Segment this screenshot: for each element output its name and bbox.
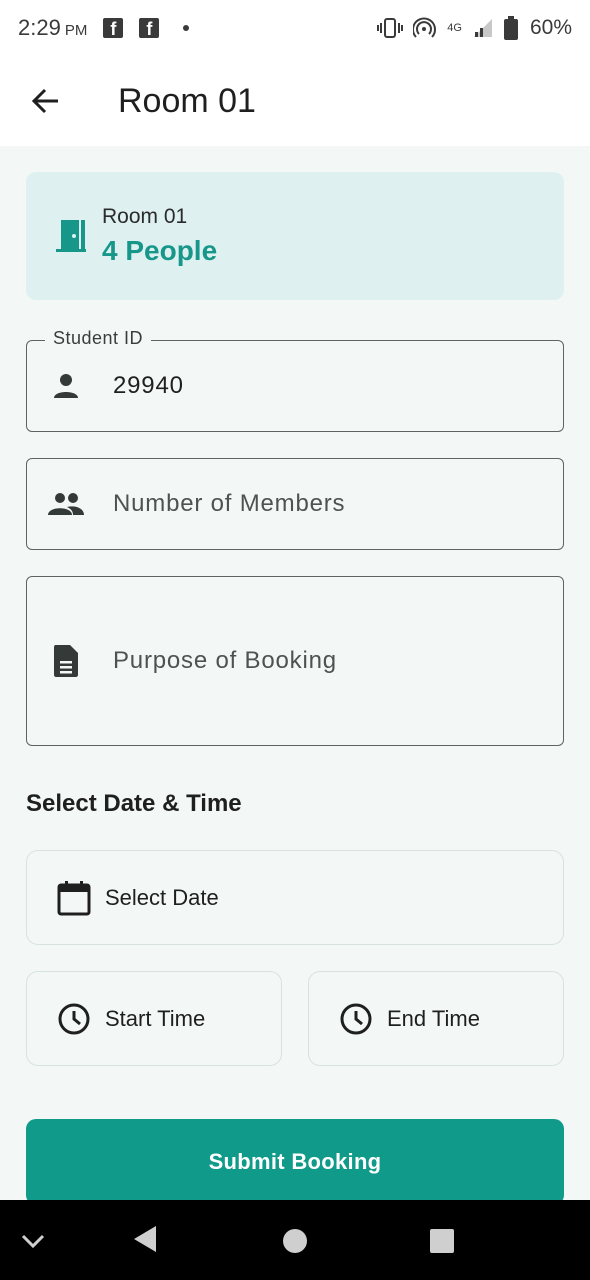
nav-collapse-button[interactable] (20, 1228, 46, 1252)
status-bar: 2:29 PM f f 4G 60% (0, 0, 590, 56)
home-circle-icon (283, 1229, 307, 1253)
back-triangle-icon (134, 1226, 156, 1252)
nav-home-button[interactable] (282, 1228, 308, 1254)
document-icon (47, 642, 85, 680)
recents-square-icon (430, 1229, 454, 1253)
purpose-placeholder: Purpose of Booking (113, 647, 337, 674)
notification-dot-icon (183, 25, 190, 31)
submit-booking-button[interactable]: Submit Booking (26, 1119, 564, 1205)
hotspot-icon (413, 17, 437, 38)
nav-back-button[interactable] (132, 1224, 158, 1254)
back-arrow-icon (31, 88, 58, 114)
room-info-card: Room 01 4 People (26, 172, 564, 300)
start-time-label: Start Time (105, 1005, 206, 1031)
room-name: Room 01 (102, 205, 188, 228)
facebook-notification-icon: f (103, 18, 124, 39)
battery-percent: 60% (529, 16, 572, 39)
select-date-label: Select Date (105, 884, 219, 910)
room-capacity: 4 People (102, 235, 218, 266)
chevron-down-icon (21, 1234, 45, 1249)
submit-booking-label: Submit Booking (208, 1149, 382, 1174)
person-icon (47, 367, 85, 405)
clock-icon (339, 1002, 373, 1036)
system-nav-bar (0, 1200, 590, 1280)
start-time-button[interactable]: Start Time (26, 971, 282, 1066)
facebook-notification-icon: f (139, 18, 160, 39)
back-button[interactable] (22, 77, 70, 125)
door-icon (56, 220, 86, 252)
battery-icon (503, 16, 518, 40)
status-ampm: PM (64, 22, 88, 39)
student-id-field[interactable]: Student ID 29940 (26, 328, 564, 432)
nav-recents-button[interactable] (428, 1227, 456, 1255)
end-time-button[interactable]: End Time (308, 971, 564, 1066)
status-time: 2:29 PM (18, 15, 88, 40)
select-date-button[interactable]: Select Date (26, 850, 564, 945)
network-type: 4G (447, 21, 462, 34)
signal-icon (473, 19, 492, 37)
group-icon (47, 485, 85, 523)
members-field[interactable]: Number of Members (26, 458, 564, 550)
student-id-value: 29940 (113, 372, 184, 399)
app-bar: Room 01 (0, 56, 590, 146)
section-title: Select Date & Time (26, 790, 242, 817)
page-title: Room 01 (118, 81, 256, 120)
calendar-icon (57, 880, 91, 916)
end-time-label: End Time (387, 1005, 480, 1031)
student-id-label: Student ID (45, 328, 152, 349)
vibrate-icon (377, 18, 404, 38)
members-placeholder: Number of Members (113, 490, 346, 517)
purpose-field[interactable]: Purpose of Booking (26, 576, 564, 746)
clock-icon (57, 1002, 91, 1036)
